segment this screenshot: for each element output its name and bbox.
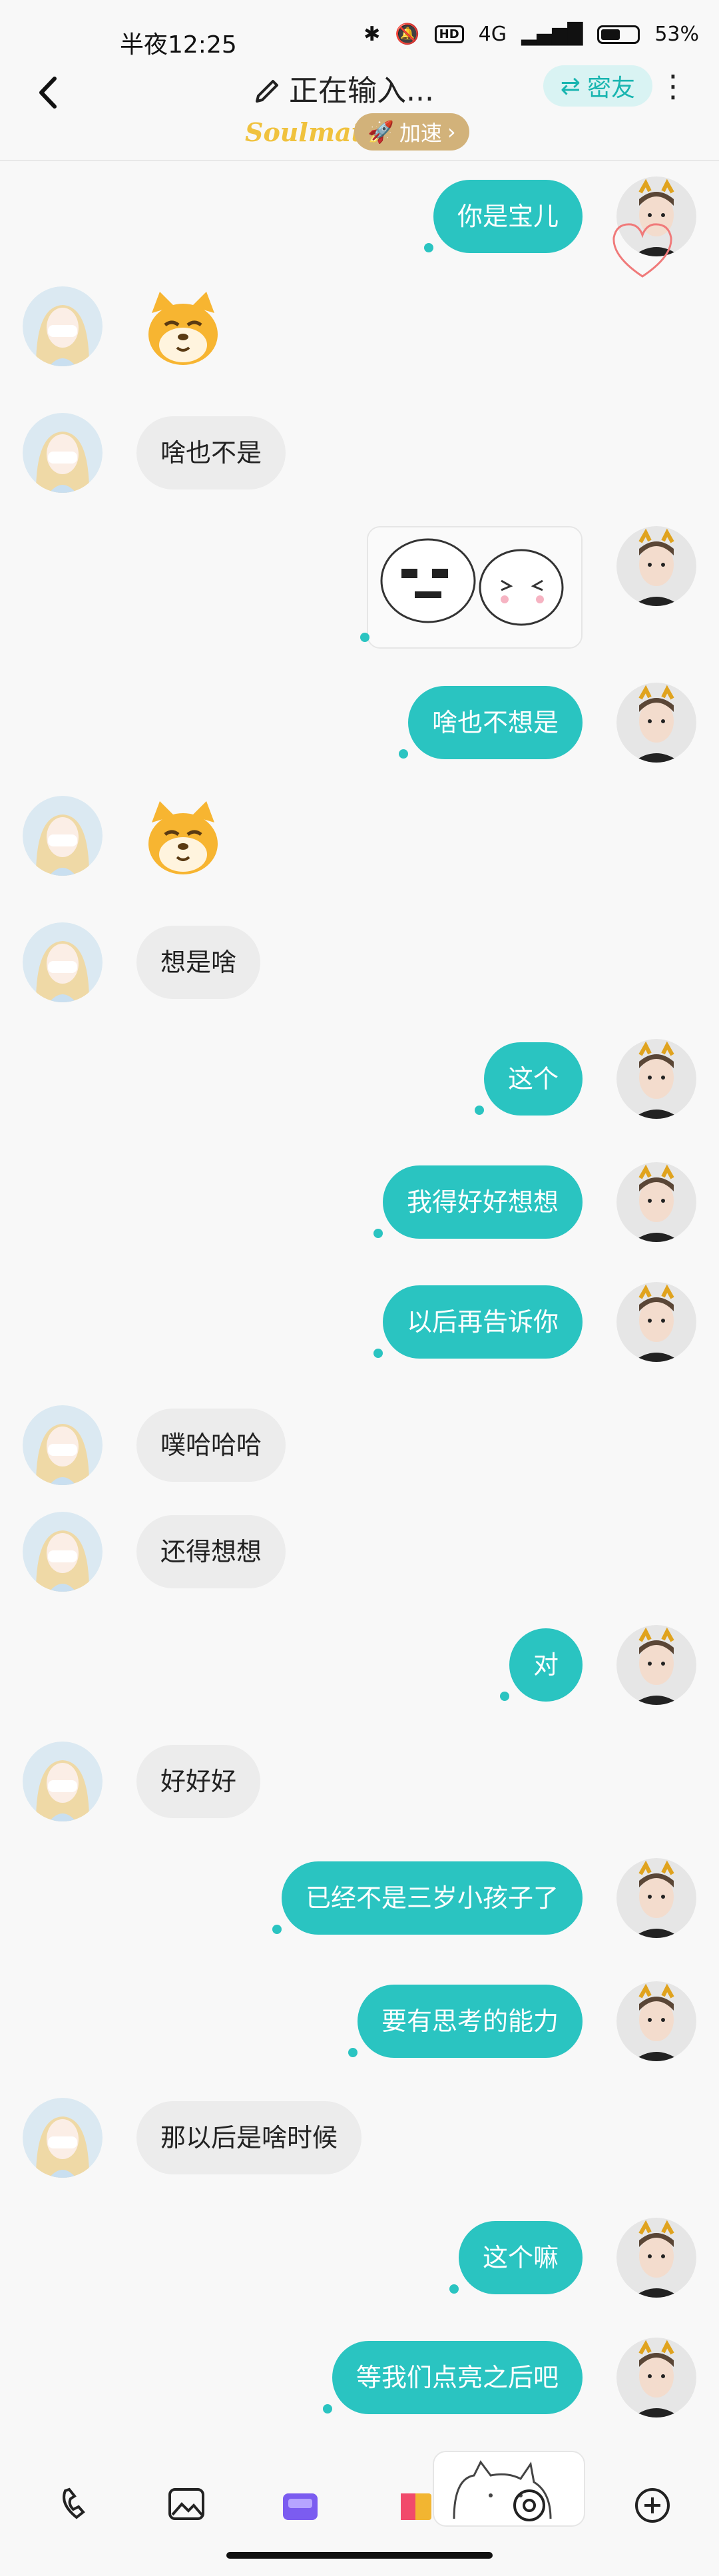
read-indicator-dot: [399, 749, 408, 759]
chat-title: 正在输入...: [253, 67, 434, 109]
more-menu-button[interactable]: ⋮: [658, 69, 688, 103]
my-avatar[interactable]: [616, 2218, 696, 2298]
input-toolbar: [0, 2471, 719, 2537]
message-bubble[interactable]: 那以后是啥时候: [136, 2101, 362, 2174]
plus-icon[interactable]: [629, 2484, 676, 2524]
my-avatar[interactable]: [616, 1039, 696, 1119]
my-avatar[interactable]: [616, 1858, 696, 1938]
my-avatar[interactable]: [616, 1162, 696, 1242]
read-indicator-dot: [323, 2404, 332, 2414]
read-indicator-dot: [360, 633, 369, 642]
message-bubble[interactable]: 对: [509, 1628, 583, 1702]
my-avatar[interactable]: [616, 2338, 696, 2417]
read-indicator-dot: [348, 2048, 358, 2057]
message-bubble[interactable]: 这个嘛: [458, 2221, 583, 2294]
mute-icon: 🔕: [395, 23, 420, 46]
speed-label: 加速: [399, 121, 442, 146]
heart-overlay-icon: [606, 216, 679, 283]
message-bubble[interactable]: 噗哈哈哈: [136, 1409, 286, 1482]
chevron-left-icon: [39, 77, 57, 109]
message-bubble[interactable]: 以后再告诉你: [382, 1285, 583, 1359]
meme-sticker[interactable]: [367, 526, 583, 649]
contact-avatar[interactable]: [23, 2098, 103, 2178]
read-indicator-dot: [373, 1349, 383, 1358]
swap-icon: ⇄: [560, 72, 581, 100]
battery-icon: [597, 25, 640, 44]
read-indicator-dot: [500, 1692, 509, 1701]
message-bubble[interactable]: 想是啥: [136, 926, 261, 999]
network-label: 4G: [478, 23, 507, 46]
contact-avatar[interactable]: [23, 1742, 103, 1821]
message-bubble[interactable]: 已经不是三岁小孩子了: [281, 1861, 583, 1935]
gift-box-icon[interactable]: [393, 2484, 439, 2524]
chat-header: 正在输入... ⇄ 密友 ⋮ Soulmate 🚀 加速 ›: [0, 60, 719, 161]
dog-face-icon[interactable]: [140, 286, 226, 373]
my-avatar[interactable]: [616, 526, 696, 606]
status-time: 半夜12:25: [120, 31, 237, 59]
signal-icon: ▂▄▆█: [521, 23, 583, 46]
contact-avatar[interactable]: [23, 1405, 103, 1485]
back-button[interactable]: [32, 69, 65, 116]
read-indicator-dot: [424, 243, 433, 252]
read-indicator-dot: [373, 1229, 383, 1238]
message-bubble[interactable]: 等我们点亮之后吧: [332, 2341, 583, 2414]
friend-level-button[interactable]: ⇄ 密友: [543, 65, 652, 107]
message-bubble[interactable]: 我得好好想想: [382, 1165, 583, 1239]
read-indicator-dot: [475, 1106, 484, 1115]
contact-avatar[interactable]: [23, 413, 103, 493]
battery-text: 53%: [654, 23, 699, 46]
contact-avatar[interactable]: [23, 1512, 103, 1592]
my-avatar[interactable]: [616, 1981, 696, 2061]
my-avatar[interactable]: [616, 683, 696, 763]
bluetooth-icon: ✱: [363, 23, 381, 46]
read-indicator-dot: [449, 2284, 459, 2294]
speed-up-button[interactable]: 🚀 加速 ›: [354, 113, 469, 151]
message-bubble[interactable]: 还得想想: [136, 1515, 286, 1588]
contact-avatar[interactable]: [23, 922, 103, 1002]
my-avatar[interactable]: [616, 1282, 696, 1362]
typing-status: 正在输入...: [289, 74, 434, 108]
edit-pen-icon: [256, 80, 278, 103]
message-bubble[interactable]: 要有思考的能力: [357, 1985, 583, 2058]
friend-pill-label: 密友: [587, 75, 635, 102]
message-bubble[interactable]: 这个: [483, 1042, 583, 1116]
image-icon[interactable]: [163, 2484, 210, 2524]
camera-icon[interactable]: [506, 2484, 553, 2524]
contact-avatar[interactable]: [23, 286, 103, 366]
message-bubble[interactable]: 你是宝儿: [433, 180, 583, 253]
read-indicator-dot: [272, 1925, 282, 1934]
my-avatar[interactable]: [616, 1625, 696, 1705]
phone-icon[interactable]: [53, 2484, 100, 2524]
message-bubble[interactable]: 啥也不是: [136, 416, 286, 489]
message-bubble[interactable]: 啥也不想是: [407, 686, 583, 759]
message-bubble[interactable]: 好好好: [136, 1745, 261, 1818]
contact-avatar[interactable]: [23, 796, 103, 876]
status-icons: ✱ 🔕 HD 4G ▂▄▆█ 53%: [363, 23, 699, 46]
home-indicator[interactable]: [226, 2552, 493, 2559]
rocket-icon: 🚀: [367, 119, 394, 145]
dog-face-icon[interactable]: [140, 796, 226, 882]
chevron-right-icon: ›: [447, 119, 456, 145]
hd-badge: HD: [434, 25, 464, 43]
soul-gift-icon[interactable]: [276, 2484, 323, 2524]
